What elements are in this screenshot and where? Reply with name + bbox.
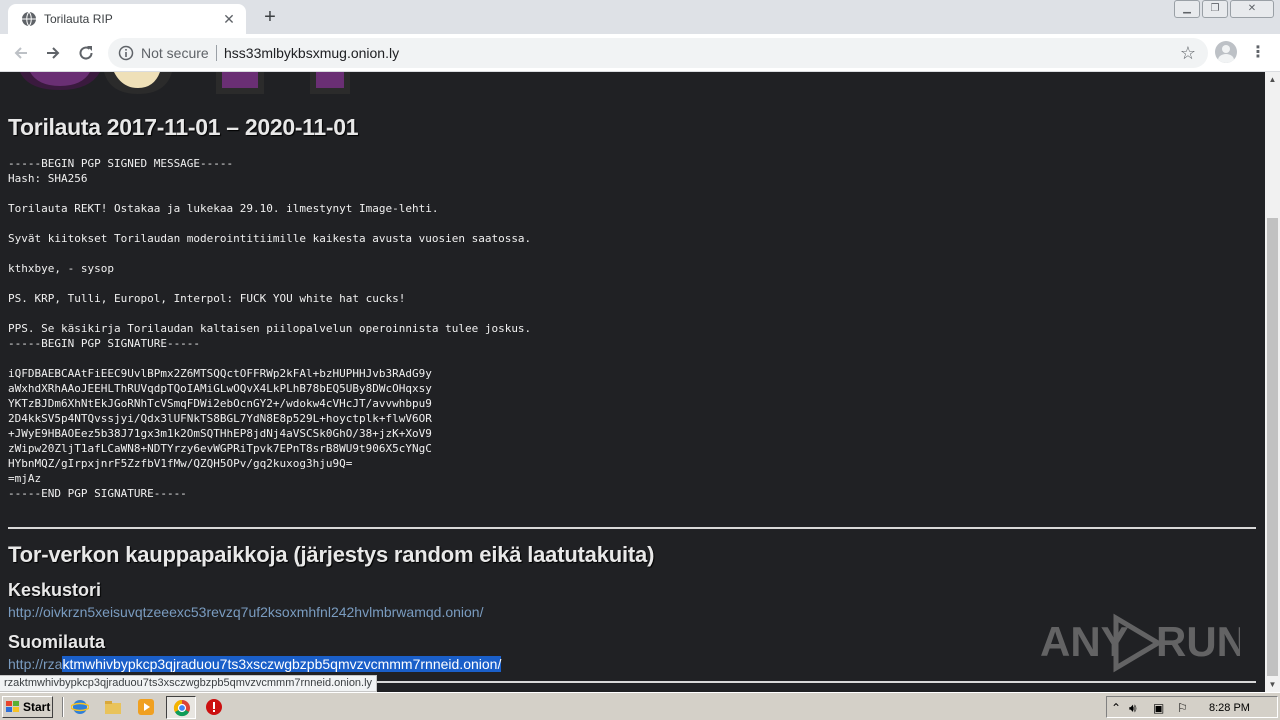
back-arrow-icon xyxy=(14,47,27,59)
market-link-suomilauta[interactable]: http://rzaktmwhivbypkcp3qjraduou7ts3xscz… xyxy=(8,655,502,673)
antivirus-icon[interactable] xyxy=(205,698,223,716)
address-bar[interactable]: Not secure hss33mlbykbsxmug.onion.ly ☆ xyxy=(108,38,1208,68)
pgp-line: YKTzBJDm6XhNtEkJGoRNhTcVSmqFDWi2ebOcnGY2… xyxy=(8,397,432,410)
pgp-line: zWipw20ZljT1afLCaWN8+NDTYrzy6evWGPRiTpvk… xyxy=(8,442,432,455)
anyrun-watermark: ANY RUN xyxy=(1040,613,1240,673)
reload-icon xyxy=(79,46,93,60)
internet-explorer-icon[interactable] xyxy=(71,698,89,716)
windows-taskbar: Start ⌃ 🔊︎ ▣ ⚐ 8:28 PM xyxy=(0,692,1280,720)
taskbar-separator xyxy=(62,697,64,717)
watermark-run: RUN xyxy=(1156,618,1240,665)
pgp-line: -----END PGP SIGNATURE----- xyxy=(8,487,187,500)
scroll-down-arrow-icon[interactable]: ▼ xyxy=(1265,677,1280,692)
bookmark-star-icon[interactable]: ☆ xyxy=(1180,43,1196,63)
market-name-keskustori: Keskustori xyxy=(8,580,102,600)
market-name-suomilauta: Suomilauta xyxy=(8,632,106,652)
market-link-text[interactable]: http://rza xyxy=(8,656,62,672)
reload-button[interactable] xyxy=(75,42,97,64)
pgp-line xyxy=(8,216,531,231)
market-link-keskustori[interactable]: http://oivkrzn5xeisuvqtzeeexc53revzq7uf2… xyxy=(8,603,483,621)
pgp-line xyxy=(8,246,531,261)
pgp-line xyxy=(8,186,531,201)
system-tray: ⌃ 🔊︎ ▣ ⚐ 8:28 PM xyxy=(1106,696,1278,718)
forward-arrow-icon xyxy=(47,47,60,59)
media-player-icon[interactable] xyxy=(137,698,155,716)
page-content: Torilauta 2017-11-01 – 2020-11-01 -----B… xyxy=(0,72,1265,692)
chrome-icon xyxy=(173,699,190,717)
pgp-line: 2D4kkSV5p4NTQvssjyi/Qdx3lUFNkTS8BGL7YdN8… xyxy=(8,412,432,425)
markets-heading: Tor-verkon kauppapaikkoja (järjestys ran… xyxy=(8,542,655,567)
pgp-line: PPS. Se käsikirja Torilaudan kaltaisen p… xyxy=(8,322,532,335)
pgp-line: Syvät kiitokset Torilaudan moderointitii… xyxy=(8,232,532,245)
browser-tab[interactable]: Torilauta RIP ✕ xyxy=(8,4,246,34)
pgp-line xyxy=(8,276,531,291)
volume-icon[interactable]: 🔊︎ xyxy=(1129,700,1137,716)
pgp-line: Hash: SHA256 xyxy=(8,172,88,185)
start-label: Start xyxy=(23,700,51,714)
taskbar-clock[interactable]: 8:28 PM xyxy=(1209,700,1250,716)
url-text[interactable]: hss33mlbykbsxmug.onion.ly xyxy=(224,45,399,61)
window-controls: ▁ ❐ ✕ xyxy=(1172,0,1280,20)
pgp-line: iQFDBAEBCAAtFiEEC9UvlBPmx2Z6MTSQQctOFFRW… xyxy=(8,367,432,380)
link-status-bubble: rzaktmwhivbypkcp3qjraduou7ts3xsczwgbzpb5… xyxy=(0,675,378,692)
tab-close-icon[interactable]: ✕ xyxy=(220,10,238,28)
tab-strip: Torilauta RIP ✕ + ▁ ❐ ✕ xyxy=(0,0,1280,34)
info-icon[interactable] xyxy=(118,45,134,61)
pgp-line xyxy=(8,351,531,366)
start-button[interactable]: Start xyxy=(2,696,53,718)
scroll-thumb[interactable] xyxy=(1267,218,1278,676)
pgp-line: =mjAz xyxy=(8,472,42,485)
network-icon[interactable]: ▣ xyxy=(1153,700,1164,716)
divider xyxy=(8,527,1256,529)
pgp-line: +JWyE9HBAOEez5b38J71gx3m1k2OmSQTHhEP8jdN… xyxy=(8,427,432,440)
forward-button[interactable] xyxy=(42,42,64,64)
pgp-line: Torilauta REKT! Ostakaa ja lukekaa 29.10… xyxy=(8,202,439,215)
omnibox-divider xyxy=(216,45,217,61)
browser-menu-icon[interactable]: ⋮ xyxy=(1250,42,1266,64)
pgp-line: aWxhdXRhAAoJEEHLThRUVqdpTQoIAMiGLwOQvX4L… xyxy=(8,382,432,395)
profile-avatar[interactable] xyxy=(1215,41,1237,63)
windows-logo-icon xyxy=(6,701,19,712)
new-tab-button[interactable]: + xyxy=(258,6,282,28)
minimize-button[interactable]: ▁ xyxy=(1174,0,1200,18)
folder-icon[interactable] xyxy=(104,698,122,716)
selected-text[interactable]: ktmwhivbypkcp3qjraduou7ts3xsczwgbzpb5qmv… xyxy=(62,656,502,672)
chrome-taskbar-button[interactable] xyxy=(166,696,196,719)
pgp-line: -----BEGIN PGP SIGNATURE----- xyxy=(8,337,201,350)
pgp-message: -----BEGIN PGP SIGNED MESSAGE----- Hash: … xyxy=(8,156,531,501)
flag-icon[interactable]: ⚐ xyxy=(1177,700,1188,716)
tab-title: Torilauta RIP xyxy=(44,12,113,26)
tray-expand-icon[interactable]: ⌃ xyxy=(1111,700,1121,716)
pgp-line: PS. KRP, Tulli, Europol, Interpol: FUCK … xyxy=(8,292,406,305)
pgp-line xyxy=(8,306,531,321)
restore-button[interactable]: ❐ xyxy=(1202,0,1228,18)
market-link-text[interactable]: http://oivkrzn5xeisuvqtzeeexc53revzq7uf2… xyxy=(8,604,483,620)
scroll-up-arrow-icon[interactable]: ▲ xyxy=(1265,72,1280,87)
close-window-button[interactable]: ✕ xyxy=(1230,0,1274,18)
browser-toolbar: Not secure hss33mlbykbsxmug.onion.ly ☆ ⋮ xyxy=(0,34,1280,72)
site-logo-image xyxy=(20,72,350,94)
pgp-line: kthxbye, - sysop xyxy=(8,262,114,275)
security-label[interactable]: Not secure xyxy=(141,45,209,61)
page-title: Torilauta 2017-11-01 – 2020-11-01 xyxy=(8,114,359,140)
avatar-body xyxy=(1218,54,1234,63)
pgp-line: HYbnMQZ/gIrpxjnrF5ZzfbV1fMw/QZQH5OPv/gq2… xyxy=(8,457,353,470)
globe-icon xyxy=(22,11,36,27)
avatar-head xyxy=(1222,45,1230,53)
page-scrollbar[interactable]: ▲ ▼ xyxy=(1265,72,1280,692)
pgp-line: -----BEGIN PGP SIGNED MESSAGE----- xyxy=(8,157,234,170)
back-button[interactable] xyxy=(10,42,32,64)
